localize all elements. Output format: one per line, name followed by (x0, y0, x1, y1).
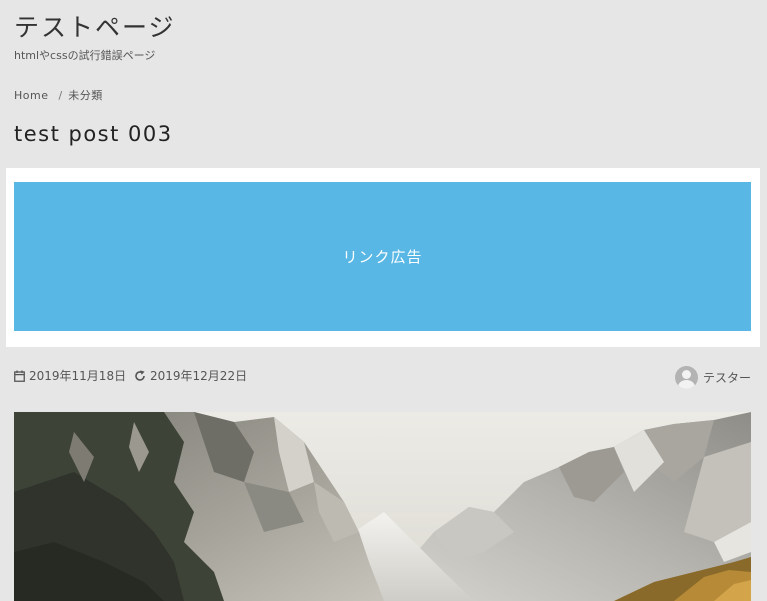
author-name: テスター (702, 370, 751, 385)
refresh-icon (134, 370, 146, 382)
link-ad-banner[interactable]: リンク広告 (14, 182, 751, 331)
site-title[interactable]: テストページ (14, 12, 176, 44)
post-title: test post 003 (14, 122, 173, 146)
published-date-text: 2019年11月18日 (29, 369, 127, 383)
author-avatar (674, 366, 698, 389)
link-ad-label: リンク広告 (342, 248, 423, 266)
published-date: 2019年11月18日 (14, 366, 126, 386)
updated-date-text: 2019年12月22日 (150, 369, 248, 383)
calendar-icon (14, 370, 25, 382)
author-link[interactable]: テスター (674, 366, 751, 389)
breadcrumb-category-link[interactable]: 未分類 (68, 88, 103, 104)
page: テストページ htmlやcssの試行錯誤ページ Home / 未分類 test … (0, 0, 767, 601)
featured-image (14, 412, 751, 601)
ad-frame: リンク広告 (6, 168, 760, 347)
breadcrumb-home-link[interactable]: Home (14, 88, 48, 104)
updated-date: 2019年12月22日 (134, 366, 247, 386)
post-meta: 2019年11月18日 2019年12月22日 テスター (14, 366, 751, 389)
breadcrumb-separator: / (58, 89, 63, 102)
breadcrumb: Home / 未分類 (14, 88, 103, 104)
site-description: htmlやcssの試行錯誤ページ (14, 49, 156, 62)
